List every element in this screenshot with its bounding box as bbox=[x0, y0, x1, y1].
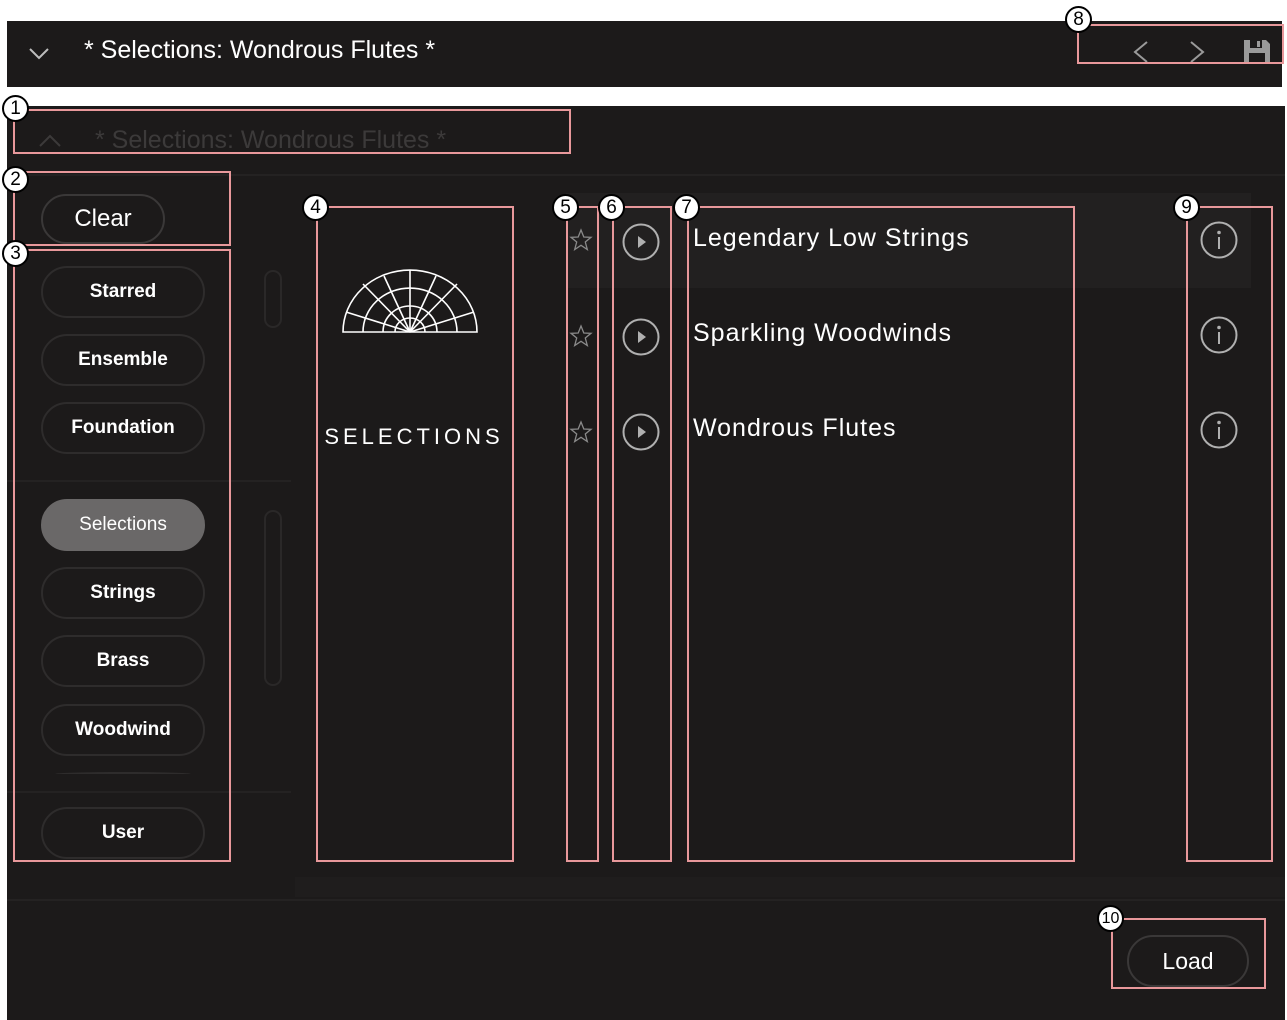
annotation-box-9 bbox=[1186, 206, 1273, 862]
annotation-badge-8: 8 bbox=[1065, 6, 1092, 33]
annotation-box-1 bbox=[13, 109, 571, 154]
annotation-box-6 bbox=[612, 206, 672, 862]
annotation-box-7 bbox=[687, 206, 1075, 862]
annotation-badge-10: 10 bbox=[1097, 905, 1124, 932]
annotation-badge-6: 6 bbox=[598, 194, 625, 221]
categories-scrollbar[interactable] bbox=[264, 510, 282, 686]
filters-scrollbar[interactable] bbox=[264, 270, 282, 328]
annotation-box-5 bbox=[566, 206, 599, 862]
divider bbox=[7, 899, 1285, 901]
annotation-badge-2: 2 bbox=[2, 166, 29, 193]
annotation-box-3 bbox=[13, 249, 231, 862]
chevron-down-icon[interactable] bbox=[28, 42, 50, 64]
annotation-badge-5: 5 bbox=[552, 194, 579, 221]
content-shadow bbox=[295, 877, 1285, 897]
annotation-badge-4: 4 bbox=[302, 194, 329, 221]
annotation-badge-1: 1 bbox=[2, 95, 29, 122]
annotation-box-8 bbox=[1077, 24, 1284, 64]
annotation-box-4 bbox=[316, 206, 514, 862]
annotation-box-10 bbox=[1111, 918, 1266, 989]
header-title: * Selections: Wondrous Flutes * bbox=[84, 36, 436, 64]
annotation-badge-7: 7 bbox=[673, 194, 700, 221]
annotation-box-2 bbox=[13, 171, 231, 246]
annotation-badge-9: 9 bbox=[1173, 194, 1200, 221]
annotation-badge-3: 3 bbox=[2, 240, 29, 267]
